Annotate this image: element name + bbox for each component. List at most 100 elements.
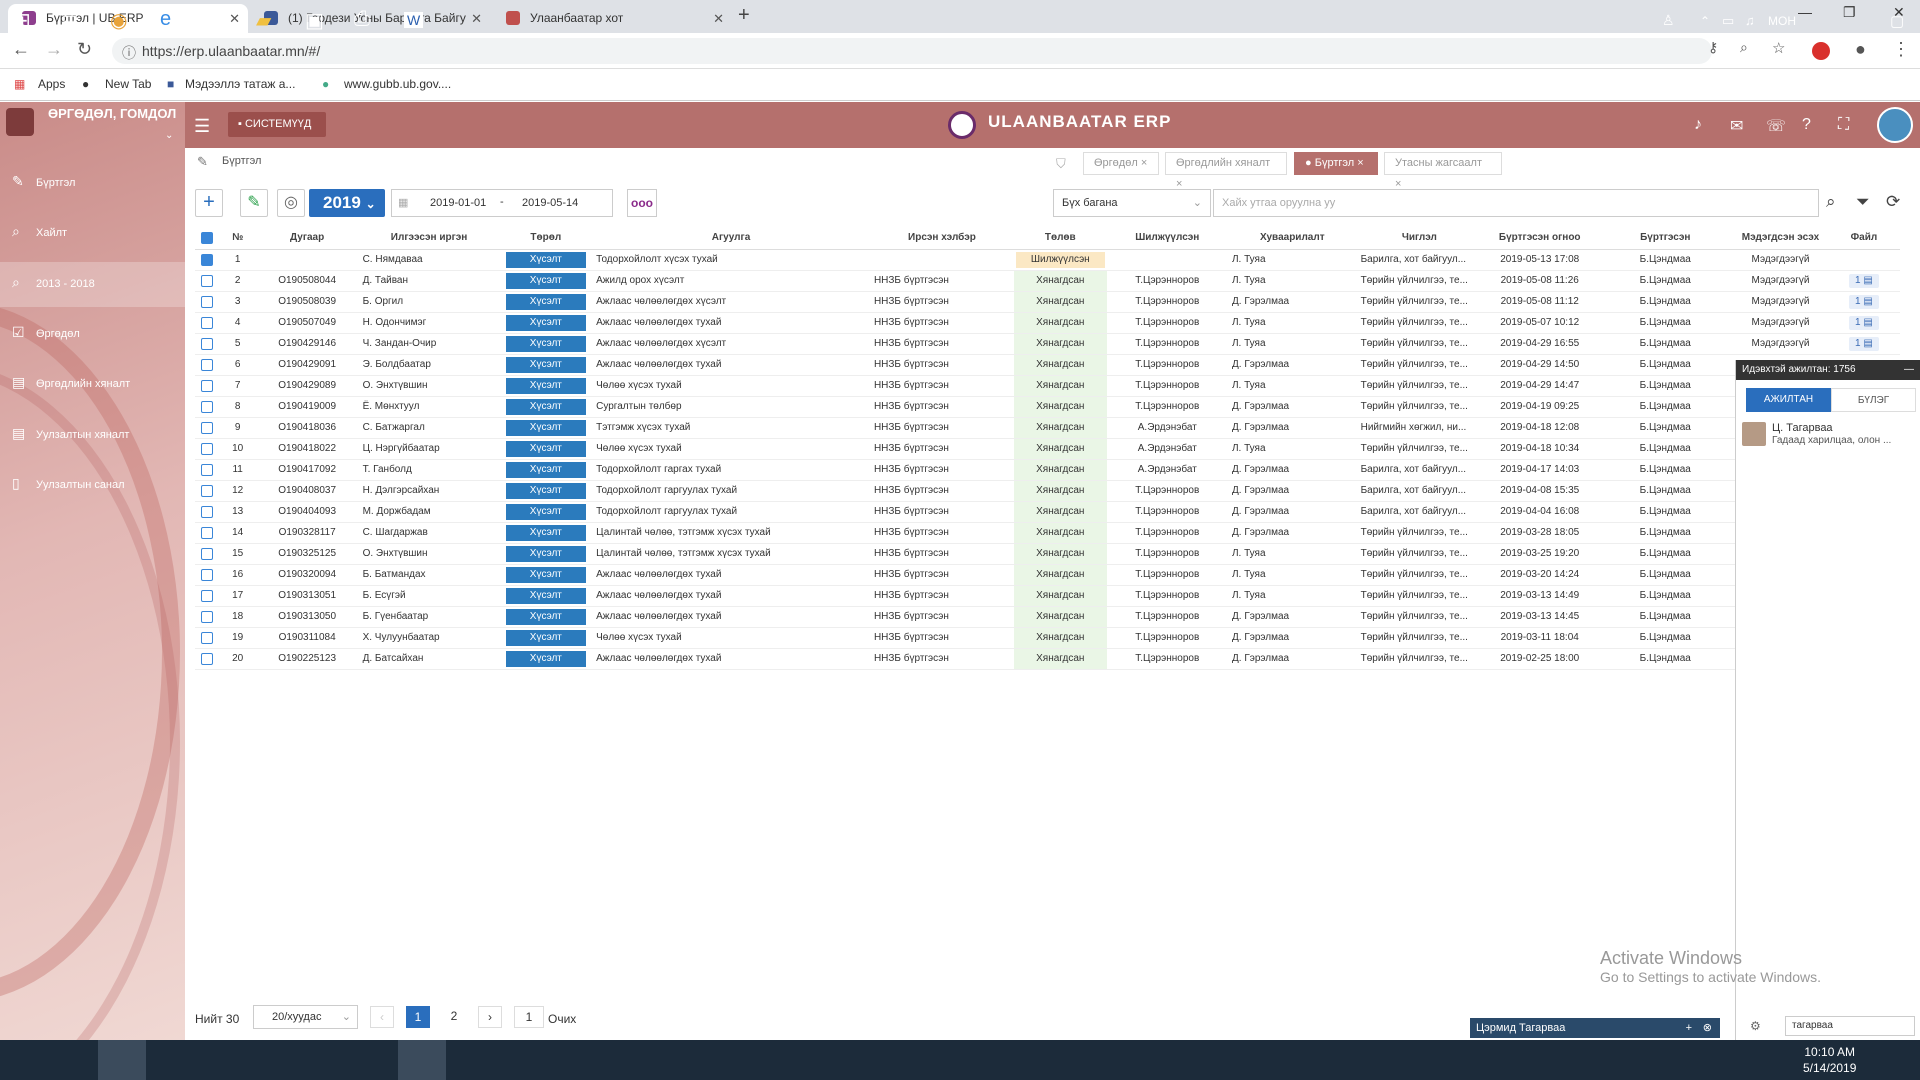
sidebar-item-search[interactable]: ⌕ Хайлт	[12, 223, 67, 240]
table-row[interactable]: 3 О190508039 Б. Оргил Хүсэлт Ажлаас чөлөөлөг…	[195, 291, 1900, 313]
row-checkbox[interactable]	[195, 522, 220, 544]
forward-icon[interactable]: →	[45, 39, 63, 60]
minimize-icon[interactable]: —	[1904, 360, 1914, 380]
menu-dots-icon[interactable]: ⋮	[1892, 39, 1910, 60]
file-attachment-icon[interactable]: 1 ▤	[1849, 294, 1879, 309]
row-checkbox[interactable]	[195, 585, 220, 607]
systems-button[interactable]: ▪ СИСТЕМҮҮД	[228, 112, 326, 137]
mail-icon[interactable]: ✉	[1730, 116, 1743, 136]
reload-icon[interactable]: ↻	[77, 39, 92, 60]
file-attachment-icon[interactable]: 1 ▤	[1849, 315, 1879, 330]
table-row[interactable]: 6 О190429091 Э. Болдбаатар Хүсэлт Ажлаас чөл…	[195, 354, 1900, 376]
quick-tab[interactable]: Өргөдөл ×	[1083, 152, 1159, 175]
chrome-icon[interactable]: ◉	[110, 8, 127, 33]
table-row[interactable]: 16 О190320094 Б. Батмандах Хүсэлт Ажлаас чөл…	[195, 564, 1900, 586]
tab-group[interactable]: БҮЛЭГ	[1831, 388, 1916, 412]
row-checkbox[interactable]	[195, 249, 220, 271]
sidebar-item-petition[interactable]: ☑ Өргөдөл	[12, 324, 80, 341]
page-button-current[interactable]: 1	[406, 1006, 430, 1028]
tab-close-icon[interactable]: ✕	[713, 4, 724, 33]
printer-icon[interactable]: ⎙	[354, 8, 370, 31]
page-button[interactable]: 2	[442, 1006, 466, 1028]
table-row[interactable]: 14 О190328117 С. Шагдаржав Хүсэлт Цалинтай ч…	[195, 522, 1900, 544]
row-checkbox[interactable]	[195, 396, 220, 418]
chevron-up-icon[interactable]: ⌃	[1700, 14, 1710, 28]
column-header[interactable]: Бүртгэсэн	[1597, 227, 1734, 250]
date-from[interactable]: 2019-01-01	[430, 197, 486, 209]
fullscreen-icon[interactable]: ⛶	[1838, 116, 1849, 134]
row-checkbox[interactable]	[195, 501, 220, 523]
table-row[interactable]: 15 О190325125 О. Энхтүвшин Хүсэлт Цалинтай ч…	[195, 543, 1900, 565]
table-row[interactable]: 13 О190404093 М. Доржбадам Хүсэлт Тодорхойло…	[195, 501, 1900, 523]
column-header[interactable]: Файл	[1827, 227, 1900, 250]
browser-tab[interactable]: Улаанбаатар хот ✕	[492, 4, 732, 33]
table-row[interactable]: 9 О190418036 С. Батжаргал Хүсэлт Тэтгэмж хүс…	[195, 417, 1900, 439]
cell-file[interactable]	[1827, 249, 1900, 271]
word-icon[interactable]: W	[404, 12, 424, 28]
more-button[interactable]: ooo	[627, 189, 657, 217]
sidebar-item-archive[interactable]: ⌕ 2013 - 2018	[12, 274, 95, 291]
select-all-checkbox[interactable]	[195, 227, 220, 250]
table-row[interactable]: 20 О190225123 Д. Батсайхан Хүсэлт Ажлаас чөл…	[195, 648, 1900, 670]
file-attachment-icon[interactable]: 1 ▤	[1849, 273, 1879, 288]
bell-icon[interactable]: ♪	[1694, 116, 1702, 134]
edit-button[interactable]: ✎	[240, 189, 268, 217]
year-select[interactable]: 2019 ⌄	[309, 189, 385, 217]
table-row[interactable]: 12 О190408037 Н. Дэлгэрсайхан Хүсэлт Тодорхо…	[195, 480, 1900, 502]
column-header[interactable]: Төрөл	[499, 227, 593, 250]
row-checkbox[interactable]	[195, 480, 220, 502]
bookmark-apps[interactable]: Apps	[38, 77, 65, 91]
people-icon[interactable]: ♙	[1662, 12, 1675, 29]
column-header[interactable]: Дугаар	[255, 227, 359, 250]
table-row[interactable]: 18 О190313050 Б. Гүенбаатар Хүсэлт Ажлаас чө…	[195, 606, 1900, 628]
chat-icon[interactable]: ☏	[1766, 116, 1786, 136]
column-select[interactable]: Бүх багана ⌄	[1053, 189, 1211, 217]
row-checkbox[interactable]	[195, 564, 220, 586]
row-checkbox[interactable]	[195, 438, 220, 460]
table-row[interactable]: 7 О190429089 О. Энхтүвшин Хүсэлт Чөлөө хүсэх…	[195, 375, 1900, 397]
cell-file[interactable]: 1 ▤	[1827, 312, 1900, 334]
table-row[interactable]: 2 О190508044 Д. Тайван Хүсэлт Ажилд орох хүс…	[195, 270, 1900, 292]
next-page-button[interactable]: ›	[478, 1006, 502, 1028]
table-row[interactable]: 19 О190311084 Х. Чулуунбаатар Хүсэлт Чөлөө х…	[195, 627, 1900, 649]
mail-icon[interactable]: ✉	[208, 8, 225, 33]
tab-close-icon[interactable]: ✕	[471, 4, 482, 33]
hamburger-menu-icon[interactable]: ☰	[194, 116, 210, 137]
help-icon[interactable]: ?	[1802, 116, 1811, 134]
column-header[interactable]: Чиглэл	[1356, 227, 1483, 250]
filter-icon[interactable]: ⏷	[1856, 192, 1870, 212]
new-tab-icon[interactable]: +	[738, 4, 750, 27]
row-checkbox[interactable]	[195, 333, 220, 355]
gear-icon[interactable]: ⚙	[1750, 1019, 1761, 1033]
row-checkbox[interactable]	[195, 648, 220, 670]
page-size-select[interactable]: 20/хуудас ⌄	[253, 1005, 358, 1029]
sidebar-item-meeting-control[interactable]: ▤ Уулзалтын хяналт	[12, 425, 129, 442]
quick-tab-active[interactable]: ● Бүртгэл ×	[1294, 152, 1378, 175]
column-header[interactable]: Агуулга	[592, 227, 870, 250]
clock[interactable]: 10:10 AM 5/14/2019	[1803, 1044, 1856, 1076]
user-avatar[interactable]	[1877, 107, 1913, 143]
file-attachment-icon[interactable]: 1 ▤	[1849, 336, 1879, 351]
table-row[interactable]: 5 О190429146 Ч. Зандан-Очир Хүсэлт Ажлаас чө…	[195, 333, 1900, 355]
date-to[interactable]: 2019-05-14	[522, 197, 578, 209]
close-icon[interactable]: ×	[1357, 157, 1363, 169]
bookmark-new-tab[interactable]: New Tab	[105, 77, 151, 91]
cell-file[interactable]: 1 ▤	[1827, 333, 1900, 355]
back-icon[interactable]: ←	[12, 39, 30, 60]
sidebar-item-petition-control[interactable]: ▤ Өргөдлийн хяналт	[12, 374, 130, 391]
volume-icon[interactable]: ♫	[1745, 13, 1755, 28]
table-row[interactable]: 11 О190417092 Т. Ганболд Хүсэлт Тодорхойлолт…	[195, 459, 1900, 481]
cell-file[interactable]: 1 ▤	[1827, 270, 1900, 292]
column-header[interactable]: Төлөв	[1013, 227, 1107, 250]
sidebar-item-register[interactable]: ✎ Бүртгэл	[12, 173, 75, 190]
row-checkbox[interactable]	[195, 375, 220, 397]
goto-page-input[interactable]: 1	[514, 1006, 544, 1028]
restore-icon[interactable]: ❐	[1843, 4, 1856, 21]
windows-start-icon[interactable]: ⊞	[14, 8, 31, 33]
tab-close-icon[interactable]: ✕	[229, 4, 240, 33]
store-icon[interactable]: ▣	[305, 8, 324, 33]
column-header[interactable]: №	[219, 227, 256, 250]
column-header[interactable]: Мэдэгдсэн эсэх	[1733, 227, 1828, 250]
row-checkbox[interactable]	[195, 270, 220, 292]
info-icon[interactable]: ⓘ	[122, 43, 136, 63]
